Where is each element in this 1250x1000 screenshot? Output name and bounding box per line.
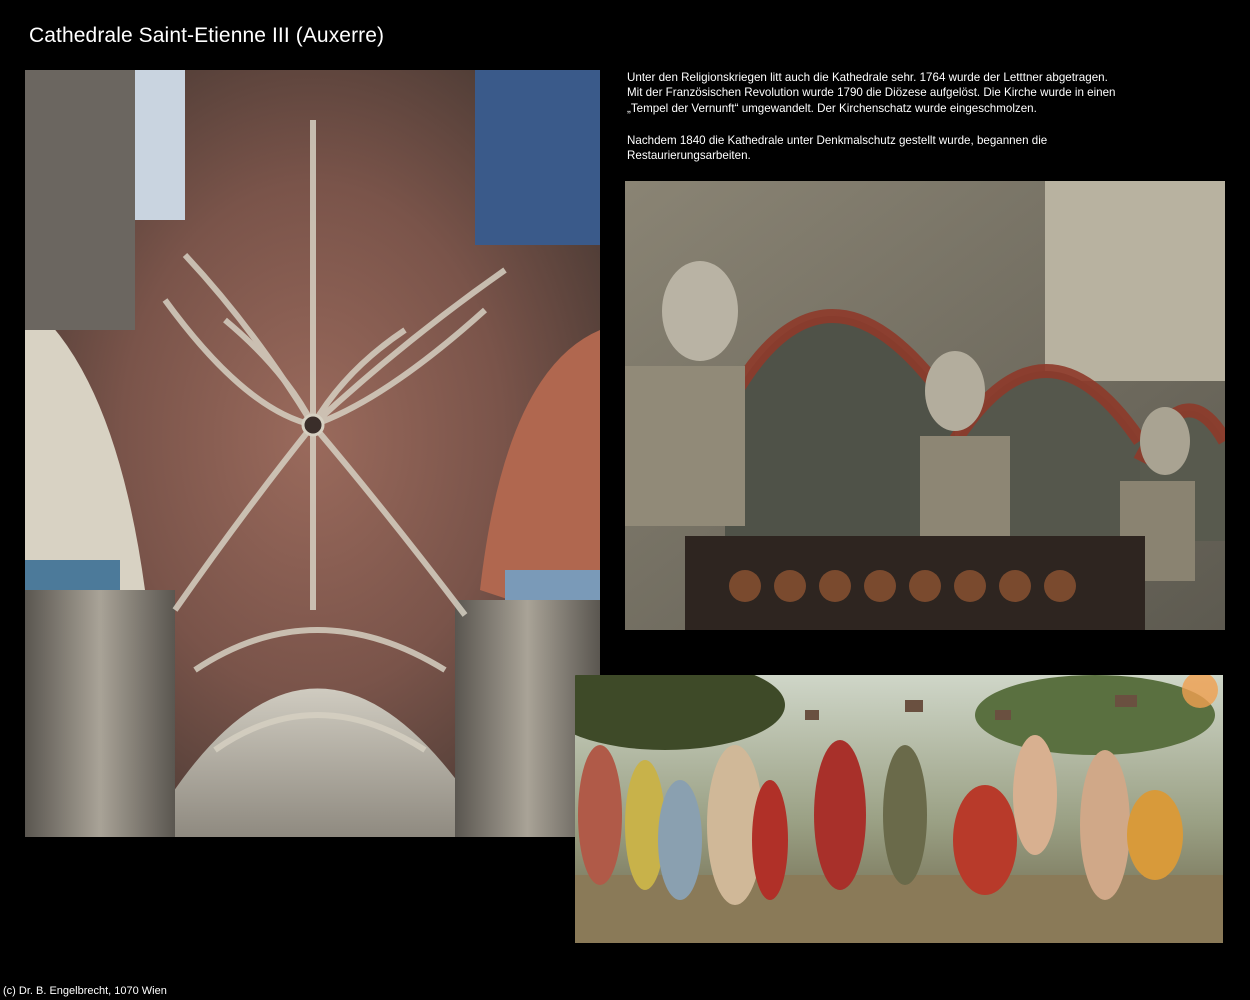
page-title: Cathedrale Saint-Etienne III (Auxerre) [29, 24, 385, 47]
text-line: Unter den Religionskriegen litt auch die… [627, 71, 1108, 84]
photo-sculpted-arches [625, 181, 1225, 630]
painting-drawing [575, 675, 1223, 943]
text-line: Mit der Französischen Revolution wurde 1… [627, 86, 1116, 100]
text-line: „Tempel der Vernunft“ umgewandelt. Der K… [627, 101, 1037, 115]
vault-drawing [25, 70, 600, 837]
text-paragraph-2: Nachdem 1840 die Kathedrale unter Denkma… [627, 133, 1147, 164]
arches-drawing [625, 181, 1225, 630]
photo-painting [575, 675, 1223, 943]
copyright-footer: (c) Dr. B. Engelbrecht, 1070 Wien [3, 985, 167, 997]
text-paragraph-1: Unter den Religionskriegen litt auch die… [627, 70, 1147, 116]
photo-vaulted-ceiling [25, 70, 600, 837]
text-line: Nachdem 1840 die Kathedrale unter Denkma… [627, 134, 1048, 147]
text-line: Restaurierungsarbeiten. [627, 149, 751, 163]
